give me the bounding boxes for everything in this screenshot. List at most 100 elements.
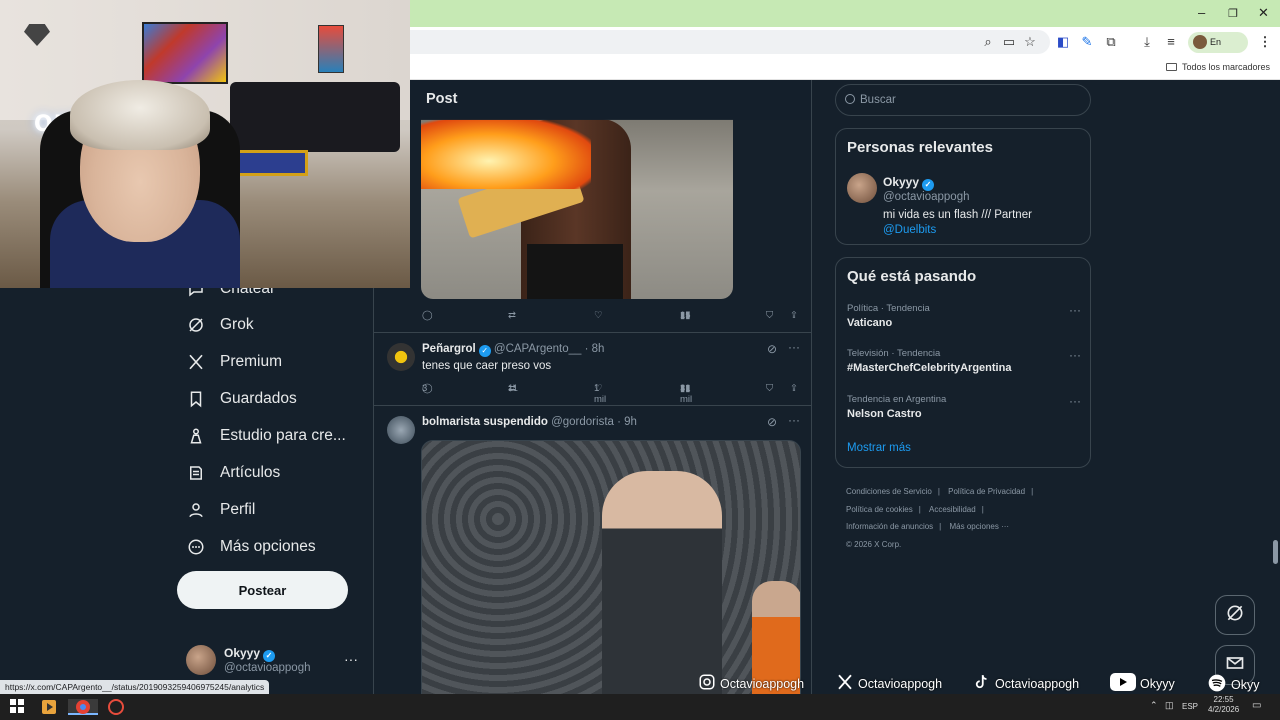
browser-menu-icon[interactable]: ⋮	[1256, 33, 1274, 51]
search-placeholder: Buscar	[860, 94, 896, 106]
youtube-icon	[1110, 673, 1136, 694]
zoom-icon[interactable]: ⌕	[979, 33, 997, 51]
share-icon[interactable]: ⇪	[790, 310, 798, 321]
person-name[interactable]: Okyyy ✓	[883, 175, 935, 191]
nav-label: Premium	[220, 353, 283, 370]
clock[interactable]: 22:55 4/2/2026	[1208, 695, 1239, 715]
account-switcher[interactable]: Okyyy ✓ @octavioappogh ···	[186, 645, 366, 679]
media-player-icon[interactable]	[41, 699, 57, 715]
minimize-button[interactable]: –	[1198, 5, 1205, 20]
extensions-puzzle-icon[interactable]: ⧉	[1102, 33, 1120, 51]
footer-links: Condiciones de Servicio | Política de Pri…	[846, 487, 1034, 549]
avatar[interactable]	[387, 343, 415, 371]
nav-item-premium[interactable]: Premium	[186, 347, 282, 377]
account-more-icon[interactable]: ···	[344, 651, 358, 667]
tweet-time[interactable]: · 8h	[585, 343, 605, 355]
tray-chevron-icon[interactable]: ⌃	[1150, 700, 1158, 711]
trend-name: #MasterChefCelebrityArgentina	[847, 362, 1012, 374]
profile-paused-chip[interactable]: En pausa	[1188, 32, 1248, 68]
footer-link[interactable]: Política de cookies	[846, 505, 913, 514]
bio-link[interactable]: @Duelbits	[883, 224, 936, 236]
repost-count: 11	[508, 383, 518, 394]
webcam-painting	[142, 22, 228, 84]
notification-icon[interactable]: ▭	[1252, 700, 1261, 711]
avatar[interactable]	[847, 173, 877, 203]
trend-more-icon[interactable]: ···	[1069, 303, 1081, 317]
more-icon[interactable]: ···	[788, 413, 800, 427]
share-icon[interactable]: ⇪	[790, 383, 798, 394]
scrollbar-thumb[interactable]	[1273, 540, 1278, 564]
windows-start-icon[interactable]	[10, 699, 26, 715]
screen: – ❐ ✕ ⌕ ▭ ☆ ◧ ✎ ⧉ ⤓ ≡ En pausa ⋮ Todos l…	[0, 0, 1280, 720]
footer-link[interactable]: Más opciones ···	[949, 522, 1009, 531]
grok-fab[interactable]	[1215, 595, 1255, 635]
language-indicator[interactable]: ESP	[1182, 702, 1198, 711]
avatar	[186, 645, 216, 675]
post-button[interactable]: Postear	[177, 571, 348, 609]
bookmark-icon[interactable]: ⛉	[766, 310, 773, 321]
nav-item-articles[interactable]: Artículos	[186, 458, 280, 488]
chrome-taskbar-icon[interactable]	[68, 699, 98, 715]
download-icon[interactable]: ⤓	[1138, 33, 1156, 51]
cast-icon[interactable]: ▭	[1000, 33, 1018, 51]
trend-item[interactable]: Televisión · Tendencia #MasterChefCelebr…	[847, 348, 1081, 374]
tab-search-icon[interactable]: ≡	[1162, 33, 1180, 51]
webcam-painting	[318, 25, 344, 73]
link-status-bar: https://x.com/CAPArgento__/status/201909…	[0, 680, 270, 694]
account-handle: @octavioappogh	[224, 662, 311, 674]
trend-item[interactable]: Política · Tendencia Vaticano ···	[847, 303, 1081, 329]
post-header: Post	[374, 80, 811, 120]
reply-icon[interactable]: ◯	[422, 310, 433, 321]
footer-link[interactable]: Accesibilidad	[929, 505, 976, 514]
more-icon[interactable]: ···	[788, 340, 800, 354]
tweet-author[interactable]: Peñargrol	[422, 343, 476, 355]
card-title: Qué está pasando	[847, 268, 977, 285]
main-column: Post ◯ ⇄ ♡ ▮▮ 15 ⛉ ⇪ Peñargrol ✓ @CAPArgen…	[373, 80, 812, 694]
show-more-link[interactable]: Mostrar más	[847, 442, 911, 454]
like-icon[interactable]: ♡	[594, 310, 603, 321]
restore-button[interactable]: ❐	[1228, 7, 1238, 20]
network-icon[interactable]: ◫	[1165, 700, 1174, 711]
nav-label: Grok	[220, 316, 254, 333]
nav-item-grok[interactable]: Grok	[186, 310, 254, 340]
trend-more-icon[interactable]: ···	[1069, 348, 1081, 362]
extension-pen-icon[interactable]: ✎	[1078, 33, 1096, 51]
tweet-handle[interactable]: @gordorista	[551, 416, 614, 428]
address-bar[interactable]	[410, 30, 1050, 54]
person-handle[interactable]: @octavioappogh	[883, 191, 970, 203]
trend-more-icon[interactable]: ···	[1069, 394, 1081, 408]
repost-icon[interactable]: ⇄	[508, 310, 516, 321]
grok-icon[interactable]: ⊘	[767, 415, 777, 429]
spotify-text: Okyy	[1231, 677, 1260, 692]
footer-link[interactable]: Condiciones de Servicio	[846, 487, 932, 496]
footer-link[interactable]: Información de anuncios	[846, 522, 933, 531]
bookmark-icon[interactable]: ⛉	[766, 383, 773, 394]
trend-item[interactable]: Tendencia en Argentina Nelson Castro ···	[847, 394, 1081, 420]
footer-link[interactable]: Política de Privacidad	[948, 487, 1025, 496]
account-name-text: Okyyy	[224, 646, 261, 660]
tweet-handle[interactable]: @CAPArgento__	[494, 343, 582, 355]
scrollbar[interactable]	[1270, 80, 1280, 694]
grok-icon[interactable]: ⊘	[767, 342, 777, 356]
person-bio: mi vida es un flash /// Partner	[883, 209, 1032, 221]
all-bookmarks[interactable]: Todos los marcadores	[1165, 62, 1270, 72]
nav-item-creator-studio[interactable]: Estudio para cre...	[186, 421, 346, 451]
avatar[interactable]	[387, 416, 415, 444]
webcam-sofa	[230, 82, 400, 152]
star-icon[interactable]: ☆	[1021, 33, 1039, 51]
extension-icon[interactable]: ◧	[1054, 33, 1072, 51]
close-button[interactable]: ✕	[1258, 5, 1269, 21]
tweet-time[interactable]: · 9h	[617, 416, 637, 428]
views-count: 31 mil	[680, 383, 693, 405]
taskbar: ⌃ ◫ ESP 22:55 4/2/2026 ▭	[0, 694, 1280, 720]
divider	[374, 405, 811, 406]
nav-item-profile[interactable]: Perfil	[186, 495, 255, 525]
trend-name: Nelson Castro	[847, 408, 922, 420]
app-taskbar-icon[interactable]	[108, 699, 124, 715]
post-image[interactable]	[421, 119, 733, 299]
tweet-author[interactable]: bolmarista suspendido	[422, 416, 548, 428]
nav-item-more[interactable]: Más opciones	[186, 532, 316, 562]
nav-item-bookmarks[interactable]: Guardados	[186, 384, 297, 414]
tweet-video[interactable]	[421, 440, 801, 694]
search-input[interactable]: Buscar	[835, 84, 1091, 116]
